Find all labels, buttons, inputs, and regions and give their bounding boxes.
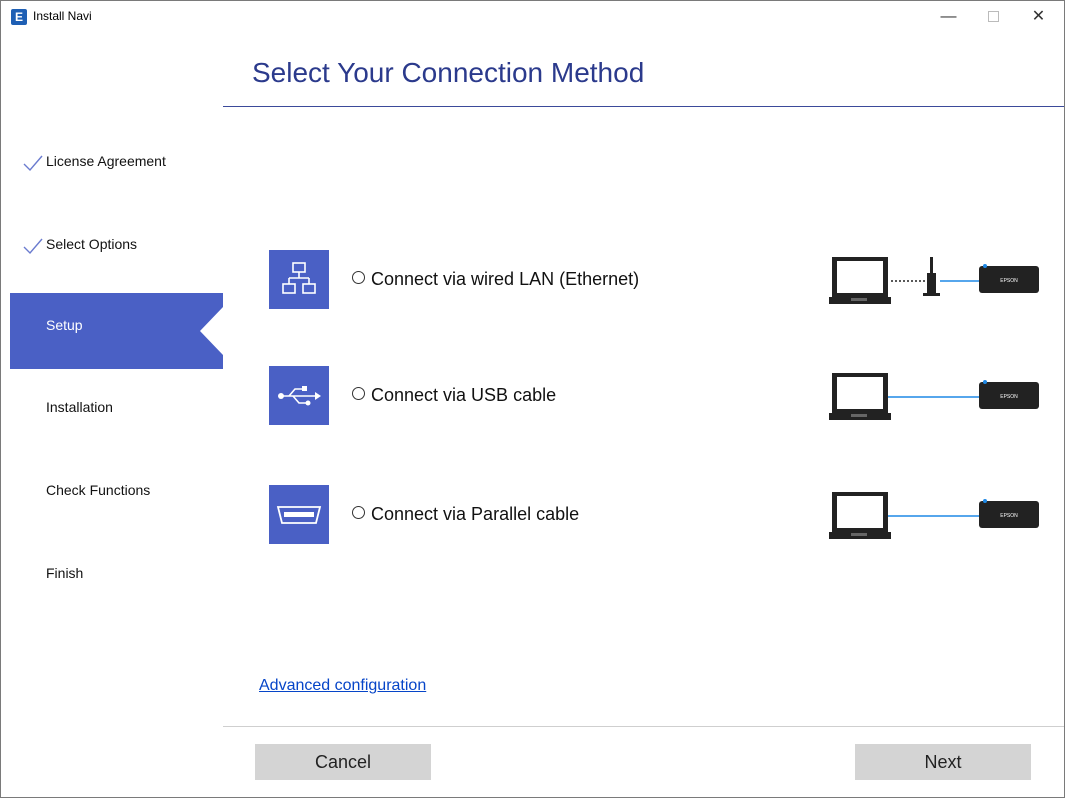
sidebar-step-label: Installation [46,399,113,415]
option-usb[interactable]: Connect via USB cable [352,385,556,406]
sidebar-step-label: Setup [46,317,83,333]
printer-brand-label: EPSON [1000,394,1018,400]
window-title: Install Navi [33,9,92,23]
check-icon [23,155,43,172]
lan-connection-diagram: EPSON [829,257,1039,304]
footer-divider [223,726,1064,727]
maximize-icon [988,11,999,23]
option-wired-lan[interactable]: Connect via wired LAN (Ethernet) [352,269,639,290]
radio-icon[interactable] [352,387,365,400]
title-bar: E Install Navi — ✕ [1,1,1064,33]
cancel-button[interactable]: Cancel [255,744,431,780]
installer-window: E Install Navi — ✕ Select Your Connectio… [0,0,1065,798]
check-icon [23,238,43,255]
next-button[interactable]: Next [855,744,1031,780]
parallel-port-icon[interactable] [269,485,329,544]
maximize-button[interactable] [971,1,1016,33]
sidebar-step-label: License Agreement [46,153,166,169]
parallel-connection-diagram: EPSON [829,492,1039,539]
close-button[interactable]: ✕ [1016,1,1061,33]
page-title: Select Your Connection Method [252,57,645,88]
option-label: Connect via wired LAN (Ethernet) [371,269,640,289]
sidebar-step-label: Check Functions [46,482,151,498]
radio-icon[interactable] [352,271,365,284]
printer-brand-label: EPSON [1000,513,1018,519]
active-step-marker [10,293,223,369]
usb-connection-diagram: EPSON [829,373,1039,420]
option-label: Connect via USB cable [371,385,557,405]
sidebar-step-setup: Setup [10,293,223,369]
option-parallel[interactable]: Connect via Parallel cable [352,504,579,525]
advanced-configuration-link[interactable]: Advanced configuration [259,677,426,695]
printer-brand-label: EPSON [1000,278,1018,284]
app-icon: E [11,9,27,25]
network-icon[interactable] [269,250,329,309]
sidebar-step-label: Select Options [46,236,138,252]
minimize-button[interactable]: — [926,1,971,33]
radio-icon[interactable] [352,506,365,519]
option-label: Connect via Parallel cable [371,504,580,524]
usb-icon[interactable] [269,366,329,425]
title-divider [223,106,1064,107]
sidebar-step-label: Finish [46,565,84,581]
